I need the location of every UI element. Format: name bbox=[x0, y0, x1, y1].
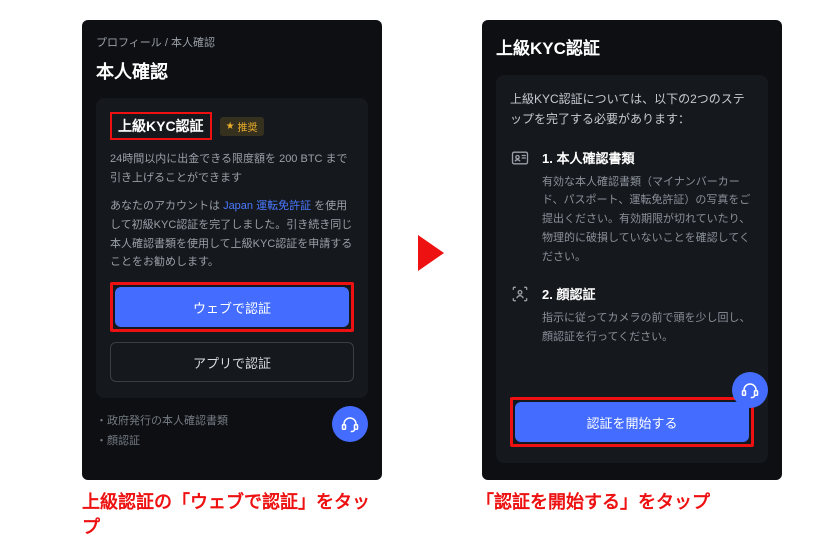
annotation-highlight-box: ウェブで認証 bbox=[110, 282, 354, 332]
list-item: ・顔認証 bbox=[96, 432, 368, 448]
kyc-card: 上級KYC認証 ★ 推奨 24時間以内に出金できる限度額を 200 BTC まで… bbox=[96, 98, 368, 398]
limit-text: 24時間以内に出金できる限度額を 200 BTC まで引き上げることができます bbox=[110, 150, 354, 187]
requirements-list: ・政府発行の本人確認書類 ・顔認証 bbox=[96, 412, 368, 448]
face-scan-icon bbox=[510, 284, 532, 346]
caption-left: 上級認証の「ウェブで認証」をタップ bbox=[82, 490, 382, 540]
support-button[interactable] bbox=[732, 372, 768, 408]
start-verification-button[interactable]: 認証を開始する bbox=[515, 402, 749, 442]
intro-text: 上級KYC認証については、以下の2つのステップを完了する必要があります： bbox=[510, 89, 754, 130]
annotation-highlight-box: 上級KYC認証 bbox=[110, 112, 212, 140]
page-title: 上級KYC認証 bbox=[496, 34, 768, 59]
list-item: ・政府発行の本人確認書類 bbox=[96, 412, 368, 428]
verify-web-button[interactable]: ウェブで認証 bbox=[115, 287, 349, 327]
recommended-badge: ★ 推奨 bbox=[220, 117, 264, 136]
kyc-title: 上級KYC認証 bbox=[118, 118, 204, 134]
headset-icon bbox=[341, 415, 359, 433]
headset-icon bbox=[741, 381, 759, 399]
caption-right: 「認証を開始する」をタップ bbox=[476, 490, 796, 515]
phone-screen-right: 上級KYC認証 上級KYC認証については、以下の2つのステップを完了する必要があ… bbox=[482, 20, 782, 480]
doc-type-highlight: Japan 運転免許証 bbox=[223, 200, 311, 212]
step-desc: 有効な本人確認書類（マイナンバーカード、パスポート、運転免許証）の写真をご提出く… bbox=[542, 173, 754, 266]
annotation-highlight-box: 認証を開始する bbox=[510, 397, 754, 447]
arrow-right-icon bbox=[418, 235, 444, 271]
support-button[interactable] bbox=[332, 406, 368, 442]
step-title: 1. 本人確認書類 bbox=[542, 148, 754, 167]
steps-card: 上級KYC認証については、以下の2つのステップを完了する必要があります： 1. … bbox=[496, 75, 768, 463]
step-title: 2. 顔認証 bbox=[542, 284, 754, 303]
account-status-text: あなたのアカウントは Japan 運転免許証 を使用して初級KYC認証を完了しま… bbox=[110, 197, 354, 272]
star-icon: ★ bbox=[226, 121, 235, 132]
id-card-icon bbox=[510, 148, 532, 266]
page-title: 本人確認 bbox=[96, 58, 368, 84]
verify-app-button[interactable]: アプリで認証 bbox=[110, 342, 354, 382]
badge-label: 推奨 bbox=[238, 119, 258, 134]
step-desc: 指示に従ってカメラの前で頭を少し回し、顔認証を行ってください。 bbox=[542, 309, 754, 346]
breadcrumb[interactable]: プロフィール / 本人確認 bbox=[96, 34, 368, 50]
phone-screen-left: プロフィール / 本人確認 本人確認 上級KYC認証 ★ 推奨 24時間以内に出… bbox=[82, 20, 382, 480]
step-item: 2. 顔認証 指示に従ってカメラの前で頭を少し回し、顔認証を行ってください。 bbox=[510, 284, 754, 346]
step-item: 1. 本人確認書類 有効な本人確認書類（マイナンバーカード、パスポート、運転免許… bbox=[510, 148, 754, 266]
